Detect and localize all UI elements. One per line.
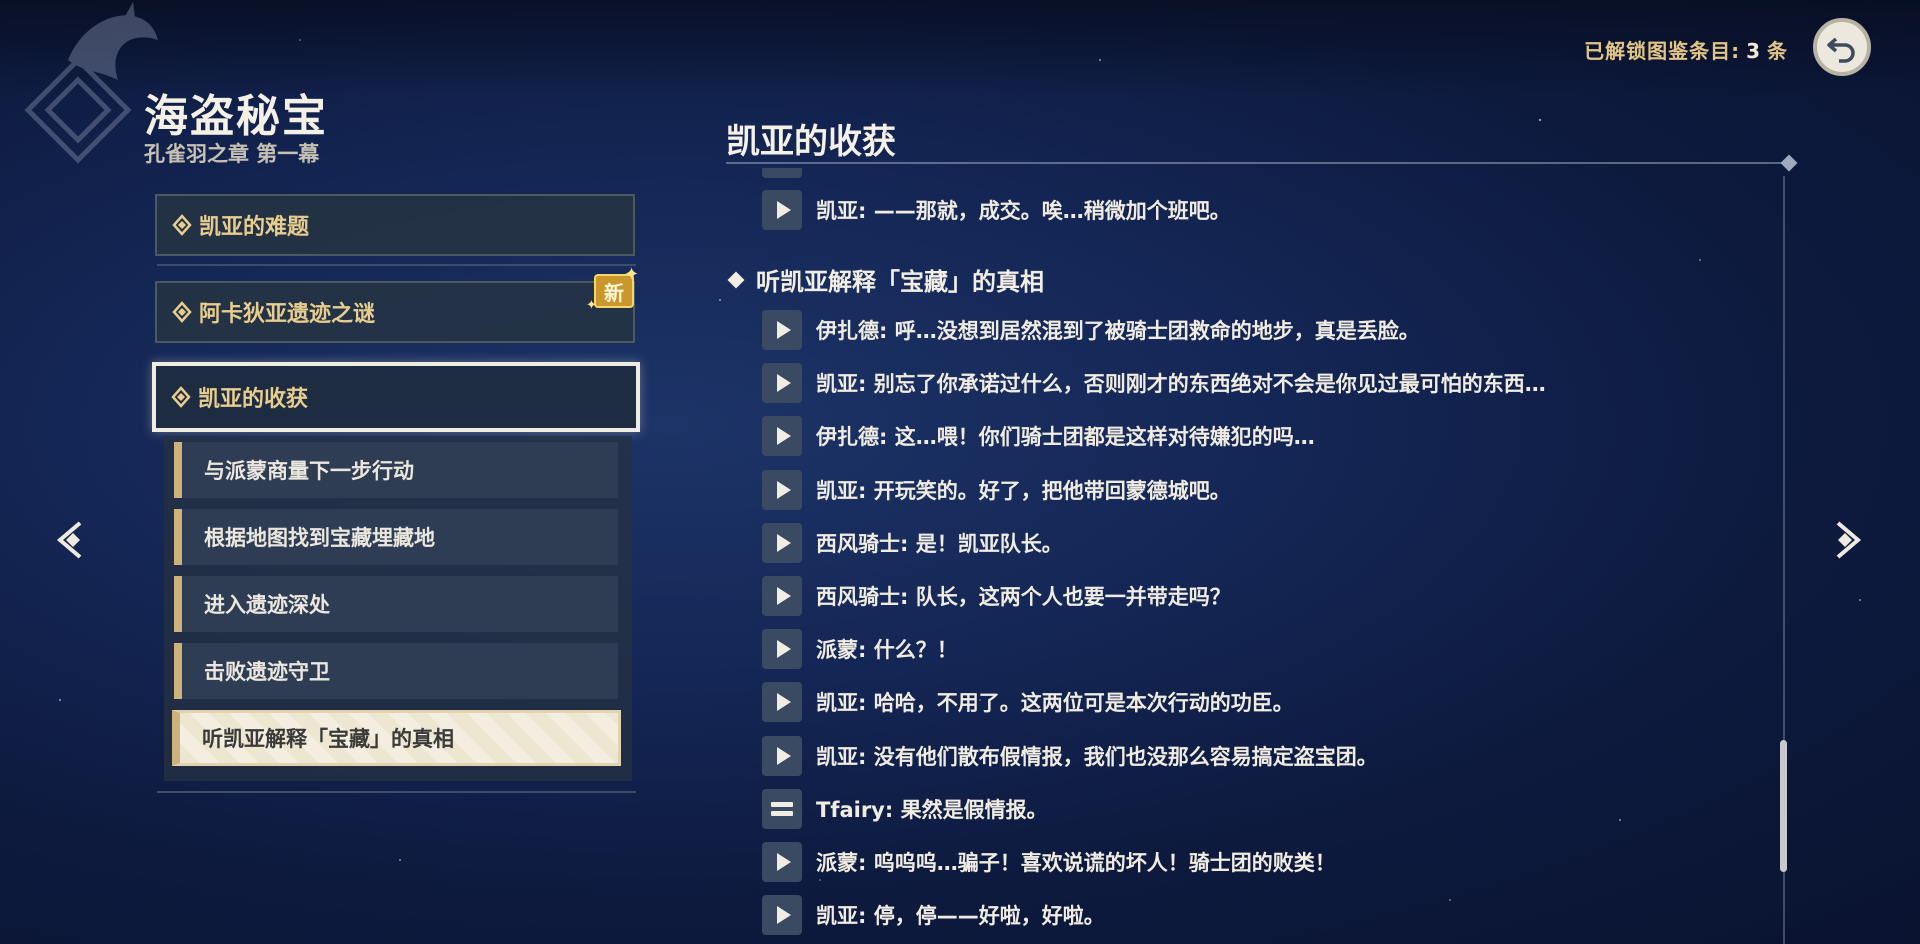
play-button[interactable] bbox=[762, 682, 802, 722]
dialog-text: 凯亚: 哈哈，不用了。这两位可是本次行动的功臣。 bbox=[816, 691, 1294, 715]
sub-quest-label: 击败遗迹守卫 bbox=[204, 660, 330, 684]
chapter-item-2-selected[interactable]: 凯亚的收获 bbox=[152, 362, 640, 432]
dialog-text: 伊扎德: 这…喂！你们骑士团都是这样对待嫌犯的吗… bbox=[816, 425, 1315, 449]
play-button[interactable] bbox=[762, 629, 802, 669]
dialog-line: 凯亚: 哈哈，不用了。这两位可是本次行动的功臣。 bbox=[762, 682, 1294, 722]
divider bbox=[157, 791, 636, 793]
dialog-text: 凯亚: 没有他们散布假情报，我们也没那么容易搞定盗宝团。 bbox=[816, 745, 1378, 769]
dialog-text: Tfairy: 果然是假情报。 bbox=[816, 798, 1048, 822]
play-icon bbox=[777, 427, 791, 445]
play-icon bbox=[777, 321, 791, 339]
dialog-line: 凯亚: ——那就，成交。唉…稍微加个班吧。 bbox=[762, 190, 1231, 230]
title-divider bbox=[726, 162, 1796, 164]
back-button[interactable] bbox=[1813, 18, 1871, 76]
chapter-label: 阿卡狄亚遗迹之谜 bbox=[199, 302, 376, 327]
divider-ornament bbox=[1780, 154, 1798, 172]
chevron-left-icon[interactable] bbox=[50, 517, 96, 563]
dialog-line: 西风骑士: 是！凯亚队长。 bbox=[762, 523, 1063, 563]
dialog-line: Tfairy: 果然是假情报。 bbox=[762, 789, 1048, 829]
sub-quest-item-1[interactable]: 根据地图找到宝藏埋藏地 bbox=[174, 509, 618, 565]
book-title: 海盗秘宝 bbox=[144, 91, 328, 142]
unlock-unit: 条 bbox=[1767, 39, 1788, 63]
dialog-line: 伊扎德: 呼…没想到居然混到了被骑士团救命的地步，真是丢脸。 bbox=[762, 310, 1420, 350]
divider bbox=[157, 264, 636, 266]
chapter-label: 凯亚的收获 bbox=[198, 387, 309, 412]
dialog-text: 派蒙: 什么？！ bbox=[816, 638, 958, 662]
play-icon bbox=[777, 853, 791, 871]
play-button[interactable] bbox=[762, 190, 802, 230]
text-button[interactable] bbox=[762, 789, 802, 829]
dialog-text: 凯亚: 开玩笑的。好了，把他带回蒙德城吧。 bbox=[816, 479, 1231, 503]
chapter-label: 凯亚的难题 bbox=[199, 215, 310, 240]
dialog-text: 伊扎德: 呼…没想到居然混到了被骑士团救命的地步，真是丢脸。 bbox=[816, 319, 1420, 343]
play-button[interactable] bbox=[762, 363, 802, 403]
diamond-icon bbox=[171, 386, 191, 408]
play-button[interactable] bbox=[762, 576, 802, 616]
sub-quest-label: 根据地图找到宝藏埋藏地 bbox=[204, 526, 435, 550]
sparkle-icon: ✦ bbox=[624, 264, 640, 285]
scrollbar-thumb[interactable] bbox=[1780, 740, 1787, 872]
content-title: 凯亚的收获 bbox=[726, 122, 896, 162]
sub-quest-label: 与派蒙商量下一步行动 bbox=[204, 459, 414, 483]
text-lines-icon bbox=[771, 802, 793, 816]
play-icon bbox=[777, 587, 791, 605]
play-button[interactable] bbox=[762, 895, 802, 935]
book-subtitle: 孔雀羽之章 第一幕 bbox=[144, 142, 320, 166]
sub-quest-label: 听凯亚解释「宝藏」的真相 bbox=[202, 727, 454, 751]
dialog-line: 派蒙: 什么？！ bbox=[762, 629, 958, 669]
play-icon bbox=[777, 693, 791, 711]
diamond-icon bbox=[172, 301, 192, 323]
play-button[interactable] bbox=[762, 470, 802, 510]
sparkle-icon: ✦ bbox=[586, 298, 597, 313]
dialog-line: 伊扎德: 这…喂！你们骑士团都是这样对待嫌犯的吗… bbox=[762, 416, 1315, 456]
play-icon bbox=[777, 747, 791, 765]
unlock-counter: 已解锁图鉴条目: 3 条 bbox=[1584, 35, 1788, 64]
chapter-item-0[interactable]: 凯亚的难题 bbox=[155, 194, 635, 256]
dialog-line: 凯亚: 开玩笑的。好了，把他带回蒙德城吧。 bbox=[762, 470, 1231, 510]
play-icon bbox=[777, 906, 791, 924]
chapter-item-1[interactable]: 阿卡狄亚遗迹之谜 bbox=[155, 281, 635, 343]
play-icon bbox=[777, 534, 791, 552]
sub-quest-item-4-selected[interactable]: 听凯亚解释「宝藏」的真相 bbox=[172, 710, 621, 766]
dialog-text: 西风骑士: 队长，这两个人也要一并带走吗？ bbox=[816, 585, 1231, 609]
play-icon bbox=[777, 201, 791, 219]
diamond-bullet-icon bbox=[727, 271, 745, 288]
sub-quest-item-3[interactable]: 击败遗迹守卫 bbox=[174, 643, 618, 699]
dialog-text: 西风骑士: 是！凯亚队长。 bbox=[816, 532, 1063, 556]
chevron-right-icon[interactable] bbox=[1822, 517, 1868, 563]
dialog-line: 凯亚: 没有他们散布假情报，我们也没那么容易搞定盗宝团。 bbox=[762, 736, 1378, 776]
play-button[interactable] bbox=[762, 842, 802, 882]
play-button[interactable] bbox=[762, 310, 802, 350]
play-button[interactable] bbox=[762, 736, 802, 776]
play-icon bbox=[777, 640, 791, 658]
section-title: 听凯亚解释「宝藏」的真相 bbox=[756, 268, 1044, 296]
play-button-partial bbox=[762, 168, 802, 178]
dialog-text: 派蒙: 呜呜呜…骗子！喜欢说谎的坏人！骑士团的败类！ bbox=[816, 851, 1336, 875]
sub-quest-label: 进入遗迹深处 bbox=[204, 593, 330, 617]
dialog-line: 凯亚: 停，停——好啦，好啦。 bbox=[762, 895, 1105, 935]
play-icon bbox=[777, 481, 791, 499]
dialog-text: 凯亚: ——那就，成交。唉…稍微加个班吧。 bbox=[816, 199, 1231, 223]
unlock-label: 已解锁图鉴条目: bbox=[1584, 39, 1741, 63]
play-icon bbox=[777, 374, 791, 392]
dialog-line: 派蒙: 呜呜呜…骗子！喜欢说谎的坏人！骑士团的败类！ bbox=[762, 842, 1336, 882]
dialog-line: 西风骑士: 队长，这两个人也要一并带走吗？ bbox=[762, 576, 1231, 616]
play-button[interactable] bbox=[762, 416, 802, 456]
sub-quest-item-2[interactable]: 进入遗迹深处 bbox=[174, 576, 618, 632]
return-arrow-icon bbox=[1827, 37, 1855, 63]
diamond-icon bbox=[172, 214, 192, 236]
sub-quest-item-0[interactable]: 与派蒙商量下一步行动 bbox=[174, 442, 618, 498]
play-button[interactable] bbox=[762, 523, 802, 563]
dialog-text: 凯亚: 别忘了你承诺过什么，否则刚才的东西绝对不会是你见过最可怕的东西… bbox=[816, 372, 1546, 396]
section-header: 听凯亚解释「宝藏」的真相 bbox=[727, 262, 1044, 297]
dialog-line: 凯亚: 别忘了你承诺过什么，否则刚才的东西绝对不会是你见过最可怕的东西… bbox=[762, 363, 1546, 403]
unlock-count: 3 bbox=[1746, 39, 1761, 63]
dialog-text: 凯亚: 停，停——好啦，好啦。 bbox=[816, 904, 1105, 928]
